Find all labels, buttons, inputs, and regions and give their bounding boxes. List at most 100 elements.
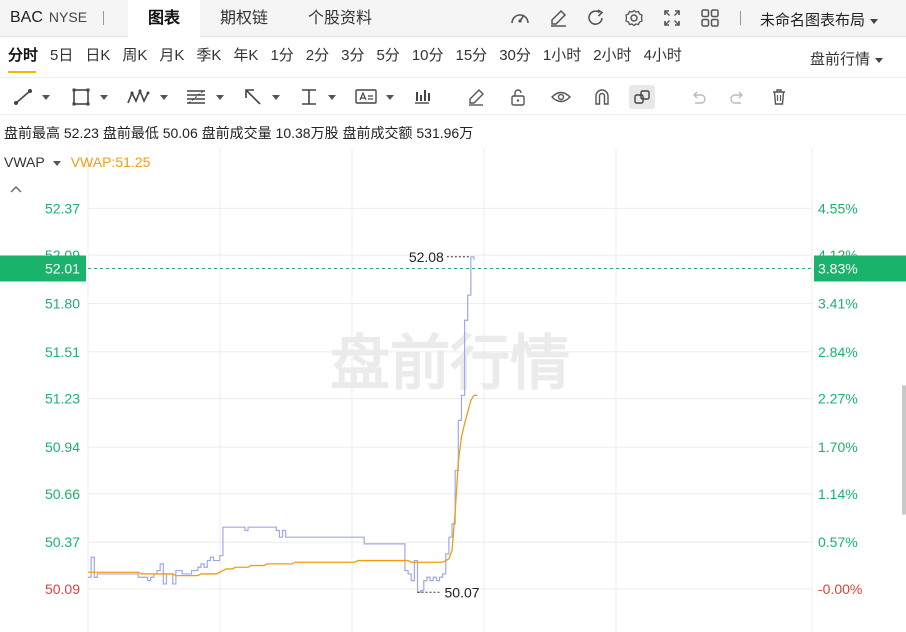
y-tick-pct: 0.57% [818, 534, 858, 550]
redo-tool[interactable] [728, 85, 748, 109]
tab-stock-profile[interactable]: 个股资料 [288, 0, 392, 37]
magnet-tool[interactable] [592, 85, 612, 109]
text-icon [355, 89, 377, 104]
indicator-tool[interactable] [412, 85, 432, 109]
fullscreen-icon[interactable] [660, 7, 684, 29]
rectangle-icon [72, 88, 90, 106]
y-tick-label: 50.94 [45, 439, 80, 455]
vwap-line [88, 394, 478, 577]
intraday-chart[interactable]: 盘前行情 52.3752.0951.8051.5151.2350.9450.66… [0, 148, 906, 632]
turnover-value: 531.96万 [416, 125, 474, 141]
y-tick-pct: 2.84% [818, 344, 858, 360]
pattern-tool[interactable] [126, 85, 168, 109]
symbol: BAC [10, 9, 43, 26]
text-tool[interactable] [354, 85, 394, 109]
period-9[interactable]: 3分 [335, 37, 370, 77]
measure-icon [302, 89, 316, 105]
trash-icon [773, 89, 785, 105]
period-8[interactable]: 2分 [300, 37, 335, 77]
rectangle-tool[interactable] [70, 85, 108, 109]
edit-icon [469, 89, 484, 106]
indicator-legend: VWAP VWAP:51.25 [4, 154, 150, 170]
divider [740, 11, 741, 25]
unlock-icon [511, 89, 525, 106]
low-value: 50.06 [162, 125, 198, 141]
marker-layer: 52.08 50.07 [409, 249, 480, 600]
period-16[interactable]: 4小时 [638, 37, 688, 77]
chevron-down-icon [870, 18, 879, 24]
period-7[interactable]: 1分 [264, 37, 299, 77]
period-14[interactable]: 1小时 [537, 37, 587, 77]
y-tick-label: 51.23 [45, 391, 80, 407]
y-tick-label: 50.37 [45, 534, 80, 550]
tab-options-chain[interactable]: 期权链 [200, 0, 288, 37]
low-label: 盘前最低 [102, 125, 159, 141]
scrollbar[interactable] [902, 385, 906, 515]
current-pct-label: 3.83% [818, 260, 858, 276]
high-label: 盘前最高 [4, 125, 60, 141]
layout-selector[interactable]: 未命名图表布局 [760, 9, 879, 30]
period-12[interactable]: 15分 [450, 37, 494, 77]
y-tick-label: 52.37 [45, 200, 80, 216]
period-2[interactable]: 日K [79, 37, 116, 77]
exchange: NYSE [48, 9, 88, 25]
magnet-icon [595, 89, 609, 105]
y-tick-label: 51.51 [45, 344, 80, 360]
undo-tool[interactable] [688, 85, 708, 109]
period-1[interactable]: 5日 [44, 37, 79, 77]
turnover-label: 盘前成交额 [342, 125, 413, 141]
grid-icon[interactable] [698, 7, 722, 29]
period-0[interactable]: 分时 [0, 37, 44, 77]
collapse-button[interactable] [9, 181, 23, 199]
period-10[interactable]: 5分 [370, 37, 405, 77]
watermark: 盘前行情 [330, 329, 570, 399]
fibonacci-tool[interactable] [184, 85, 224, 109]
undo-icon [693, 91, 706, 104]
period-11[interactable]: 10分 [406, 37, 450, 77]
y-tick-label: 50.09 [45, 581, 80, 597]
max-marker-label: 52.08 [409, 249, 444, 265]
chevron-down-icon [52, 160, 61, 166]
period-13[interactable]: 30分 [493, 37, 537, 77]
gauge-icon[interactable] [508, 7, 532, 29]
y-tick-pct: 3.41% [818, 296, 858, 312]
y-tick-pct: -0.00% [818, 581, 862, 597]
layout-label: 未命名图表布局 [760, 12, 866, 29]
current-price-layer: 52.01 3.83% [0, 255, 906, 282]
volume-label: 盘前成交量 [201, 125, 272, 141]
refresh-icon[interactable] [584, 7, 608, 29]
session-selector[interactable]: 盘前行情 [810, 48, 884, 69]
period-bar: 分时 5日 日K 周K 月K 季K 年K 1分 2分 3分 5分 10分 15分 30分 1小时 2小时 4小时… [0, 37, 906, 77]
tab-chart[interactable]: 图表 [128, 0, 201, 37]
arrow-tool[interactable] [242, 85, 280, 109]
premarket-stats: 盘前最高 52.23 盘前最低 50.06 盘前成交量 10.38万股 盘前成交… [4, 123, 473, 143]
delete-tool[interactable] [769, 85, 789, 109]
measure-tool[interactable] [298, 85, 336, 109]
gear-icon[interactable] [622, 7, 646, 29]
period-6[interactable]: 年K [227, 37, 264, 77]
redo-icon [730, 91, 743, 104]
chevron-down-icon [100, 94, 108, 100]
period-15[interactable]: 2小时 [587, 37, 637, 77]
edit-tool[interactable] [466, 85, 486, 109]
y-tick-pct: 4.55% [818, 200, 858, 216]
indicator-selector[interactable]: VWAP [4, 154, 71, 170]
period-4[interactable]: 月K [153, 37, 190, 77]
link-tool[interactable] [629, 85, 655, 109]
pattern-icon [127, 88, 150, 104]
y-tick-pct: 1.14% [818, 486, 858, 502]
chevron-up-icon [10, 186, 22, 193]
visibility-tool[interactable] [550, 85, 572, 109]
chevron-down-icon [875, 57, 884, 63]
session-label: 盘前行情 [810, 51, 871, 68]
top-bar: BAC NYSE 图表 期权链 个股资料 未命名图表布局 [0, 0, 906, 37]
top-icon-group [508, 7, 722, 29]
y-tick-label: 51.80 [45, 296, 80, 312]
trendline-icon [14, 89, 32, 105]
pen-icon[interactable] [546, 7, 570, 29]
period-3[interactable]: 周K [116, 37, 153, 77]
period-5[interactable]: 季K [190, 37, 227, 77]
y-tick-pct: 2.27% [818, 391, 858, 407]
lock-tool[interactable] [508, 85, 528, 109]
trendline-tool[interactable] [12, 85, 50, 109]
